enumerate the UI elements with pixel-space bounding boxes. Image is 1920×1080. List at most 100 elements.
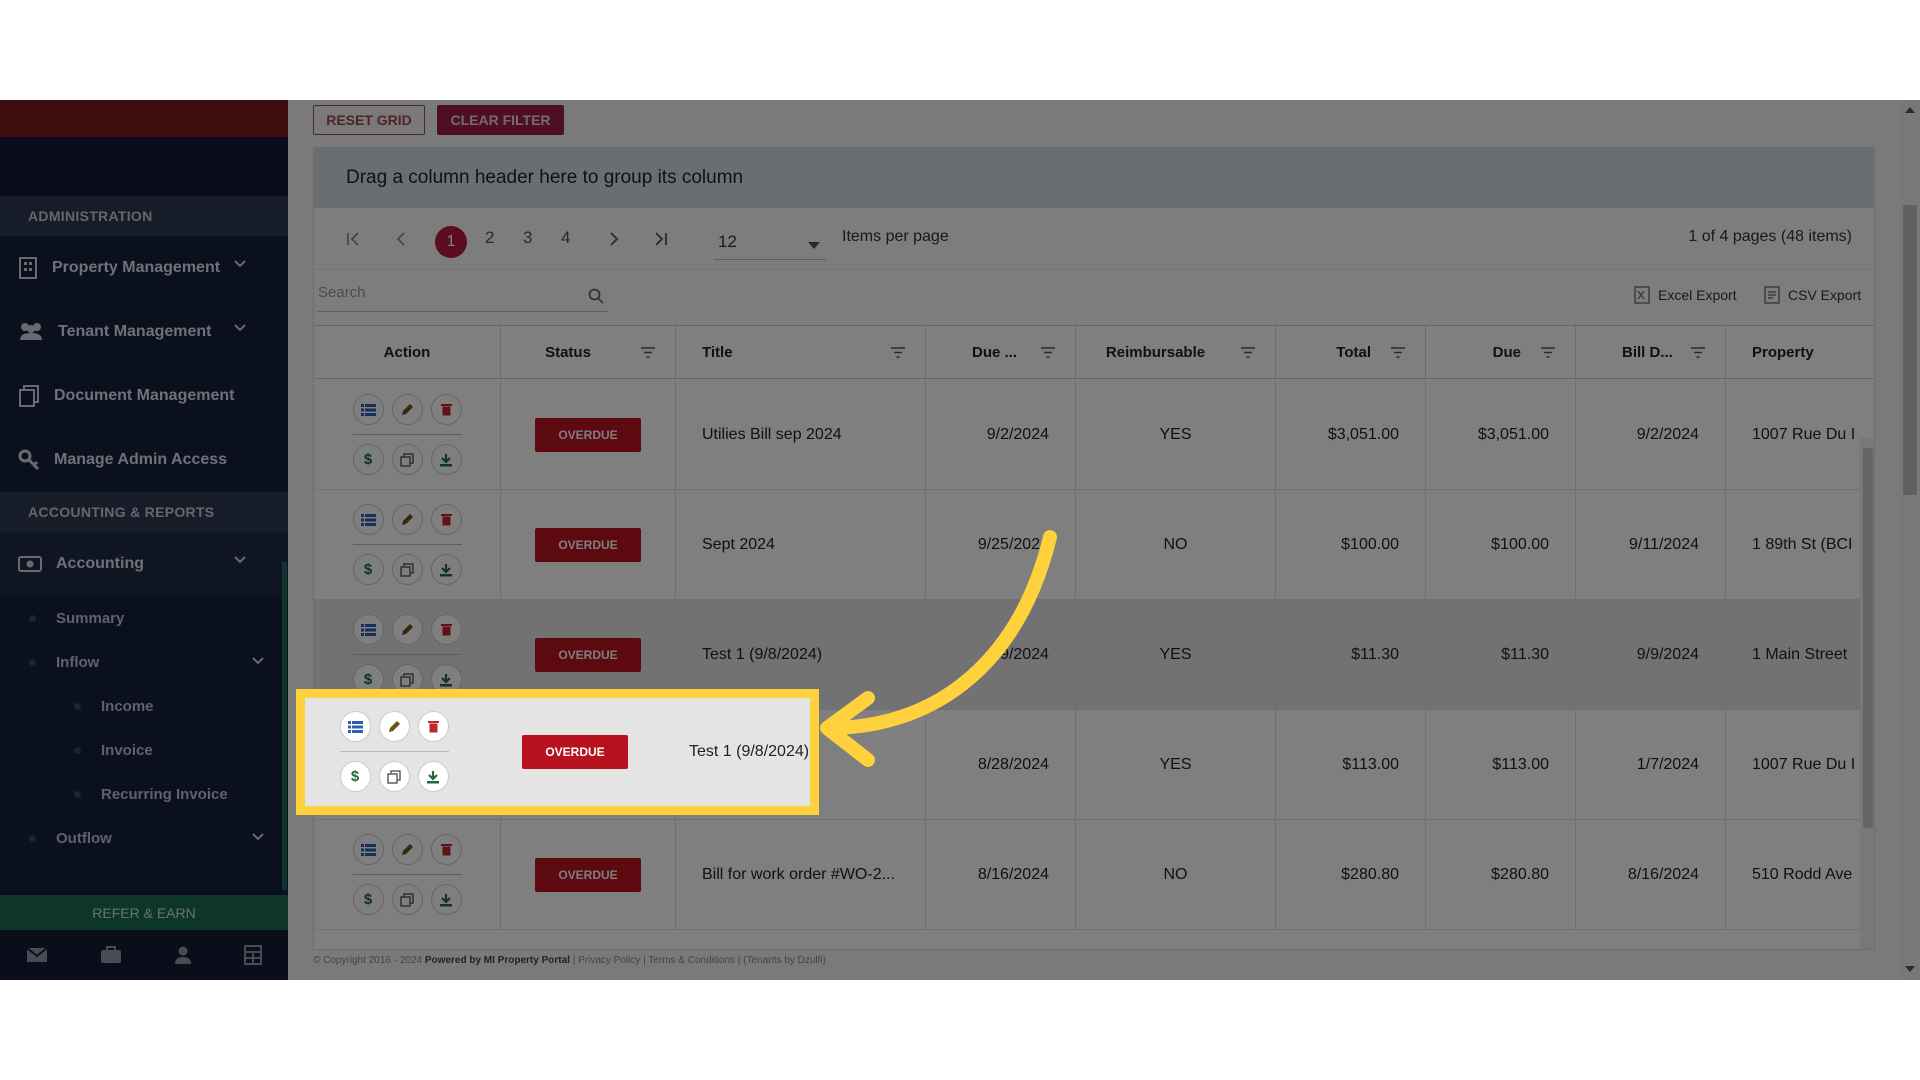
user-icon[interactable] [174, 946, 192, 964]
edit-button[interactable] [391, 834, 423, 865]
column-header-total[interactable]: Total [1276, 326, 1426, 378]
download-button[interactable] [430, 884, 462, 915]
page-4-button[interactable]: 4 [561, 228, 570, 248]
filter-icon[interactable] [641, 347, 655, 358]
sidebar-top-bar [0, 100, 288, 137]
page-2-button[interactable]: 2 [485, 228, 494, 248]
pay-button[interactable]: $ [352, 444, 384, 475]
delete-button[interactable] [430, 504, 462, 535]
footer-links[interactable]: | Privacy Policy | Terms & Conditions | [573, 955, 741, 966]
edit-button[interactable] [391, 504, 423, 535]
download-button[interactable] [417, 761, 449, 792]
csv-export-button[interactable]: CSV Export [1764, 286, 1861, 304]
group-by-panel[interactable]: Drag a column header here to group its c… [314, 148, 1874, 208]
briefcase-icon[interactable] [100, 946, 122, 964]
filter-icon[interactable] [891, 347, 905, 358]
page-1-button[interactable]: 1 [435, 226, 467, 258]
calculator-icon[interactable] [244, 945, 262, 965]
sidebar-item-accounting[interactable]: Accounting [0, 532, 288, 596]
edit-button[interactable] [391, 394, 423, 425]
sidebar-subitem-outflow[interactable]: Outflow [0, 816, 288, 860]
download-button[interactable] [430, 554, 462, 585]
page-scrollbar-thumb[interactable] [1903, 205, 1917, 495]
search-input[interactable]: Search [318, 278, 608, 312]
pay-button[interactable]: $ [339, 761, 371, 792]
details-button[interactable] [352, 834, 384, 865]
reset-grid-button[interactable]: RESET GRID [313, 105, 425, 135]
details-button[interactable] [352, 394, 384, 425]
sidebar-logo-area [0, 137, 288, 196]
page-size-select[interactable]: 12 [714, 220, 826, 260]
copy-button[interactable] [391, 444, 423, 475]
documents-icon [19, 385, 39, 407]
details-button[interactable] [352, 504, 384, 535]
details-button[interactable] [352, 614, 384, 645]
table-row[interactable]: $ OVERDUE Bill for work order #WO-2... 8/16… [314, 820, 1874, 930]
edit-button[interactable] [378, 711, 410, 742]
sidebar-subitem-recurring-invoice[interactable]: Recurring Invoice [0, 772, 288, 816]
sidebar-item-label: Document Management [54, 387, 235, 404]
delete-button[interactable] [417, 711, 449, 742]
filter-icon[interactable] [1241, 347, 1255, 358]
excel-export-button[interactable]: Excel Export [1634, 286, 1737, 304]
pay-button[interactable]: $ [352, 884, 384, 915]
filter-icon[interactable] [1391, 347, 1405, 358]
action-row-top [352, 385, 462, 435]
column-header-property[interactable]: Property [1726, 326, 1874, 378]
sidebar-subitem-income[interactable]: Income [0, 684, 288, 728]
copy-button[interactable] [378, 761, 410, 792]
delete-button[interactable] [430, 834, 462, 865]
next-page-icon[interactable] [609, 232, 619, 246]
download-button[interactable] [430, 444, 462, 475]
scroll-up-icon[interactable] [1905, 106, 1915, 113]
copy-button[interactable] [391, 884, 423, 915]
delete-button[interactable] [430, 394, 462, 425]
filter-icon[interactable] [1541, 347, 1555, 358]
column-header-bill-date[interactable]: Bill D... [1576, 326, 1726, 378]
users-icon [20, 323, 42, 340]
edit-button[interactable] [391, 614, 423, 645]
sidebar-subitem-invoice[interactable]: Invoice [0, 728, 288, 772]
list-icon [360, 513, 376, 526]
sidebar-item-document-management[interactable]: Document Management [0, 364, 288, 428]
download-button[interactable] [430, 664, 462, 695]
column-header-due-date[interactable]: Due ... [926, 326, 1076, 378]
first-page-icon[interactable] [346, 232, 360, 246]
footer-small: (Tenants by Dzulfi) [743, 955, 826, 966]
column-header-title[interactable]: Title [676, 326, 926, 378]
highlighted-row[interactable]: $OVERDUETest 1 (9/8/2024)9/9/2024YES$11.… [302, 697, 810, 806]
details-button[interactable] [339, 711, 371, 742]
footer-powered[interactable]: Powered by MI Property Portal [425, 955, 570, 966]
table-row[interactable]: $ OVERDUE Sept 2024 9/25/2024 NO $100.00 $100.… [314, 490, 1874, 600]
column-header-action[interactable]: Action [314, 326, 501, 378]
sidebar-item-property-management[interactable]: Property Management [0, 236, 288, 300]
scroll-down-icon[interactable] [1905, 966, 1915, 973]
filter-icon[interactable] [1691, 347, 1705, 358]
sidebar-subitem-summary[interactable]: Summary [0, 596, 288, 640]
copy-button[interactable] [391, 664, 423, 695]
refer-earn-button[interactable]: REFER & EARN [0, 895, 288, 930]
last-page-icon[interactable] [654, 232, 668, 246]
column-header-reimbursable[interactable]: Reimbursable [1076, 326, 1276, 378]
delete-button[interactable] [430, 614, 462, 645]
sidebar-subitem-inflow[interactable]: Inflow [0, 640, 288, 684]
grid-scrollbar-thumb[interactable] [1863, 448, 1873, 828]
page-3-button[interactable]: 3 [523, 228, 532, 248]
copy-button[interactable] [391, 554, 423, 585]
sidebar-item-manage-admin-access[interactable]: Manage Admin Access [0, 428, 288, 492]
clear-filter-button[interactable]: CLEAR FILTER [437, 105, 564, 135]
action-row-top [352, 605, 462, 655]
pay-button[interactable]: $ [352, 664, 384, 695]
sidebar-item-tenant-management[interactable]: Tenant Management [0, 300, 288, 364]
bullet-icon [29, 835, 36, 842]
column-header-due[interactable]: Due [1426, 326, 1576, 378]
column-header-status[interactable]: Status [501, 326, 676, 378]
filter-icon[interactable] [1041, 347, 1055, 358]
pay-button[interactable]: $ [352, 554, 384, 585]
mail-icon[interactable] [26, 947, 48, 963]
table-row[interactable]: $ OVERDUE Test 1 (9/8/2024) 9/9/2024 YES $11.… [314, 600, 1874, 710]
due-cell: $280.80 [1426, 820, 1576, 929]
prev-page-icon[interactable] [396, 232, 406, 246]
status-badge: OVERDUE [535, 527, 641, 562]
table-row[interactable]: $ OVERDUE Utilies Bill sep 2024 9/2/2024 YES… [314, 380, 1874, 490]
